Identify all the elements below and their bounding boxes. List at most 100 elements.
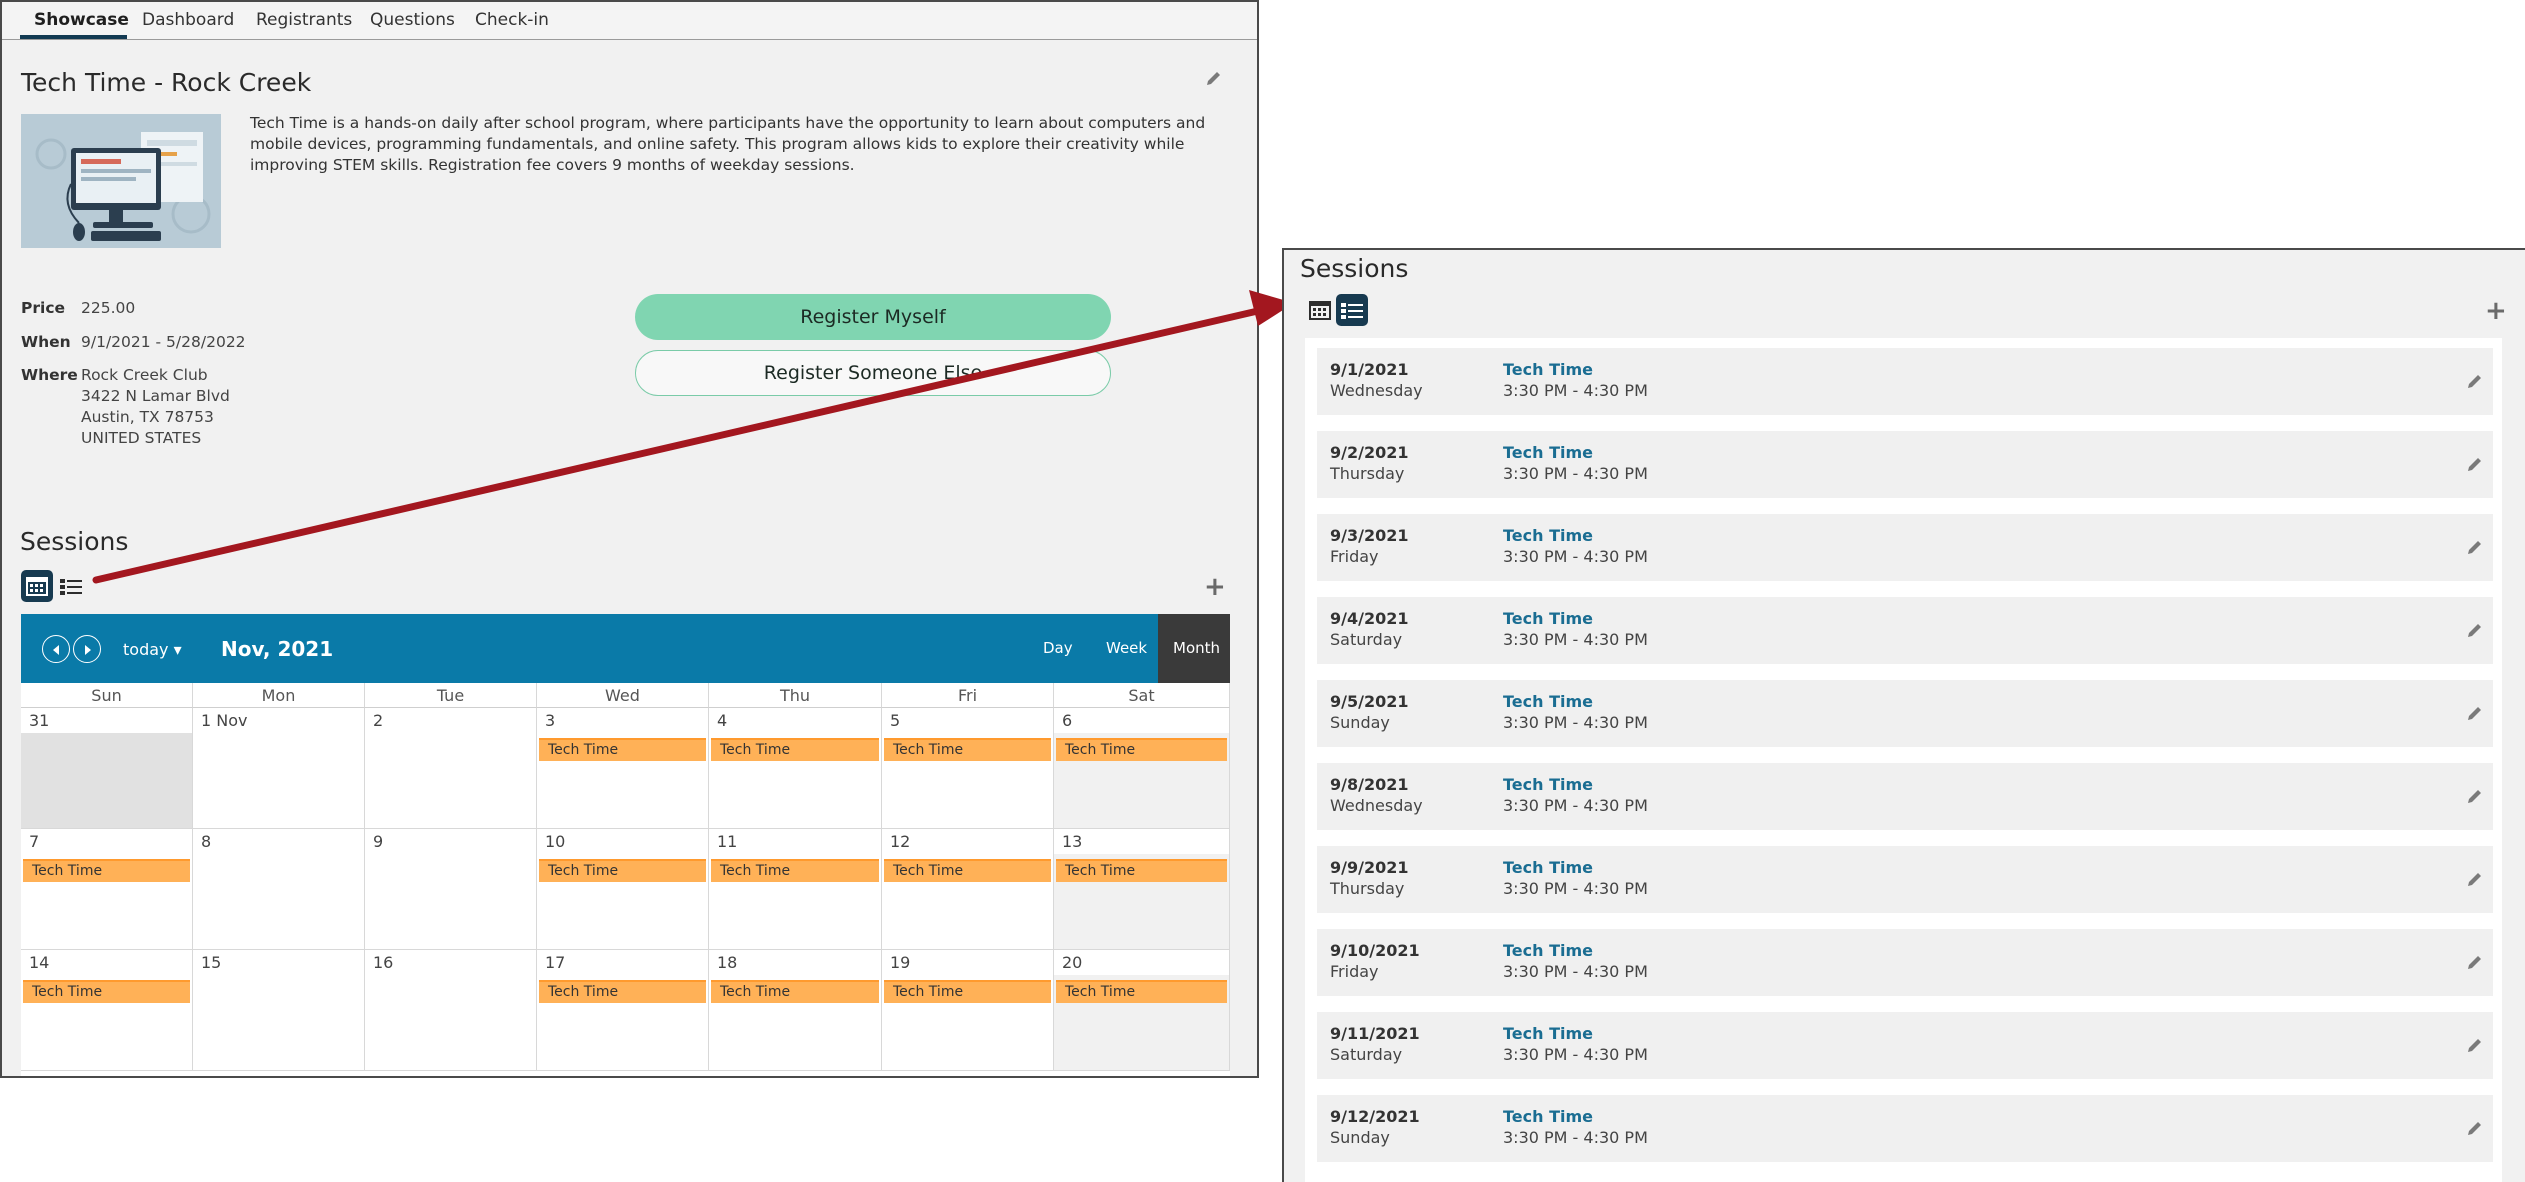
session-weekday: Thursday [1330, 464, 1405, 483]
calendar-day-cell[interactable]: 20 Tech Time [1054, 950, 1230, 1071]
edit-session-pencil-icon[interactable] [2466, 787, 2484, 805]
calendar-day-cell[interactable]: 16 [365, 950, 537, 1071]
calendar-day-cell[interactable]: 6 Tech Time [1054, 708, 1230, 829]
day-number: 15 [201, 953, 222, 972]
session-time: 3:30 PM - 4:30 PM [1503, 1045, 1648, 1064]
session-title-link[interactable]: Tech Time [1503, 941, 1593, 960]
session-title-link[interactable]: Tech Time [1503, 1107, 1593, 1126]
calendar-event[interactable]: Tech Time [884, 980, 1051, 1003]
edit-session-pencil-icon[interactable] [2466, 704, 2484, 722]
calendar-day-cell[interactable]: 4 Tech Time [709, 708, 882, 829]
register-myself-button[interactable]: Register Myself [635, 294, 1111, 340]
calendar-event[interactable]: Tech Time [23, 980, 190, 1003]
edit-session-pencil-icon[interactable] [2466, 455, 2484, 473]
calendar-view-toggle[interactable] [1304, 294, 1336, 326]
calendar-day-cell[interactable]: 8 [193, 829, 365, 950]
session-title-link[interactable]: Tech Time [1503, 609, 1593, 628]
month-view-button[interactable]: Month [1173, 639, 1220, 657]
calendar-day-cell[interactable]: 14 Tech Time [21, 950, 193, 1071]
calendar-day-cell[interactable]: 18 Tech Time [709, 950, 882, 1071]
session-time: 3:30 PM - 4:30 PM [1503, 464, 1648, 483]
calendar-icon [26, 577, 48, 596]
session-row[interactable]: 9/10/2021 Friday Tech Time 3:30 PM - 4:30 P… [1317, 929, 2493, 996]
calendar-day-cell[interactable]: 11 Tech Time [709, 829, 882, 950]
edit-session-pencil-icon[interactable] [2466, 1036, 2484, 1054]
edit-session-pencil-icon[interactable] [2466, 953, 2484, 971]
session-row[interactable]: 9/12/2021 Sunday Tech Time 3:30 PM - 4:30 P… [1317, 1095, 2493, 1162]
edit-session-pencil-icon[interactable] [2466, 870, 2484, 888]
today-button[interactable]: today ▾ [123, 640, 182, 659]
calendar-day-cell[interactable]: 10 Tech Time [537, 829, 709, 950]
session-row[interactable]: 9/11/2021 Saturday Tech Time 3:30 PM - 4:30… [1317, 1012, 2493, 1079]
edit-session-pencil-icon[interactable] [2466, 1119, 2484, 1137]
session-date: 9/2/2021 [1330, 443, 1409, 462]
session-row[interactable]: 9/2/2021 Thursday Tech Time 3:30 PM - 4:30 … [1317, 431, 2493, 498]
list-view-toggle[interactable] [55, 570, 87, 602]
day-number: 5 [890, 711, 901, 730]
session-title-link[interactable]: Tech Time [1503, 858, 1593, 877]
calendar-event[interactable]: Tech Time [711, 738, 879, 761]
address-line: Austin, TX 78753 [81, 408, 214, 426]
calendar-event[interactable]: Tech Time [1056, 980, 1227, 1003]
add-session-plus-icon[interactable]: + [2485, 296, 2507, 326]
tab-registrants[interactable]: Registrants [256, 10, 352, 30]
session-row[interactable]: 9/8/2021 Wednesday Tech Time 3:30 PM - 4:30… [1317, 763, 2493, 830]
edit-session-pencil-icon[interactable] [2466, 538, 2484, 556]
calendar-day-cell[interactable]: 2 [365, 708, 537, 829]
calendar-day-cell[interactable]: 5 Tech Time [882, 708, 1054, 829]
session-row[interactable]: 9/4/2021 Saturday Tech Time 3:30 PM - 4:30 … [1317, 597, 2493, 664]
session-row[interactable]: 9/5/2021 Sunday Tech Time 3:30 PM - 4:30 PM [1317, 680, 2493, 747]
edit-event-pencil-icon[interactable] [1205, 69, 1223, 87]
session-time: 3:30 PM - 4:30 PM [1503, 1128, 1648, 1147]
session-title-link[interactable]: Tech Time [1503, 692, 1593, 711]
tab-dashboard[interactable]: Dashboard [142, 10, 234, 30]
tab-showcase[interactable]: Showcase [34, 10, 129, 30]
session-date: 9/8/2021 [1330, 775, 1409, 794]
calendar-event[interactable]: Tech Time [884, 738, 1051, 761]
calendar-event[interactable]: Tech Time [539, 980, 706, 1003]
tab-questions[interactable]: Questions [370, 10, 455, 30]
calendar-day-cell[interactable]: 19 Tech Time [882, 950, 1054, 1071]
add-session-plus-icon[interactable]: + [1204, 572, 1226, 602]
calendar-day-cell[interactable]: 31 [21, 708, 193, 829]
calendar-day-cell[interactable]: 3 Tech Time [537, 708, 709, 829]
calendar-event[interactable]: Tech Time [711, 859, 879, 882]
session-title-link[interactable]: Tech Time [1503, 443, 1593, 462]
session-row[interactable]: 9/1/2021 Wednesday Tech Time 3:30 PM - 4:30… [1317, 348, 2493, 415]
calendar-event[interactable]: Tech Time [539, 738, 706, 761]
week-view-button[interactable]: Week [1106, 639, 1147, 657]
calendar-event[interactable]: Tech Time [1056, 859, 1227, 882]
calendar-event[interactable]: Tech Time [1056, 738, 1227, 761]
calendar-day-cell[interactable]: 9 [365, 829, 537, 950]
register-someone-else-button[interactable]: Register Someone Else [635, 350, 1111, 396]
calendar-day-cell[interactable]: 12 Tech Time [882, 829, 1054, 950]
calendar-event[interactable]: Tech Time [711, 980, 879, 1003]
calendar-day-cell[interactable]: 7 Tech Time [21, 829, 193, 950]
prev-month-button[interactable] [42, 635, 70, 663]
edit-session-pencil-icon[interactable] [2466, 621, 2484, 639]
tab-check-in[interactable]: Check-in [475, 10, 549, 30]
session-row[interactable]: 9/9/2021 Thursday Tech Time 3:30 PM - 4:30 … [1317, 846, 2493, 913]
session-title-link[interactable]: Tech Time [1503, 775, 1593, 794]
session-title-link[interactable]: Tech Time [1503, 526, 1593, 545]
session-title-link[interactable]: Tech Time [1503, 1024, 1593, 1043]
session-date: 9/9/2021 [1330, 858, 1409, 877]
calendar-event[interactable]: Tech Time [884, 859, 1051, 882]
day-number: 1 Nov [201, 711, 248, 730]
calendar-view-toggle[interactable] [21, 570, 53, 602]
calendar-day-cell[interactable]: 1 Nov [193, 708, 365, 829]
day-view-button[interactable]: Day [1043, 639, 1073, 657]
calendar-day-cell[interactable]: 15 [193, 950, 365, 1071]
day-number: 2 [373, 711, 384, 730]
list-view-toggle[interactable] [1336, 294, 1368, 326]
session-row[interactable]: 9/3/2021 Friday Tech Time 3:30 PM - 4:30 PM [1317, 514, 2493, 581]
session-time: 3:30 PM - 4:30 PM [1503, 796, 1648, 815]
calendar-day-cell[interactable]: 17 Tech Time [537, 950, 709, 1071]
calendar-day-cell[interactable]: 13 Tech Time [1054, 829, 1230, 950]
sessions-heading: Sessions [1300, 254, 1409, 283]
session-title-link[interactable]: Tech Time [1503, 360, 1593, 379]
calendar-event[interactable]: Tech Time [23, 859, 190, 882]
edit-session-pencil-icon[interactable] [2466, 372, 2484, 390]
calendar-event[interactable]: Tech Time [539, 859, 706, 882]
next-month-button[interactable] [73, 635, 101, 663]
